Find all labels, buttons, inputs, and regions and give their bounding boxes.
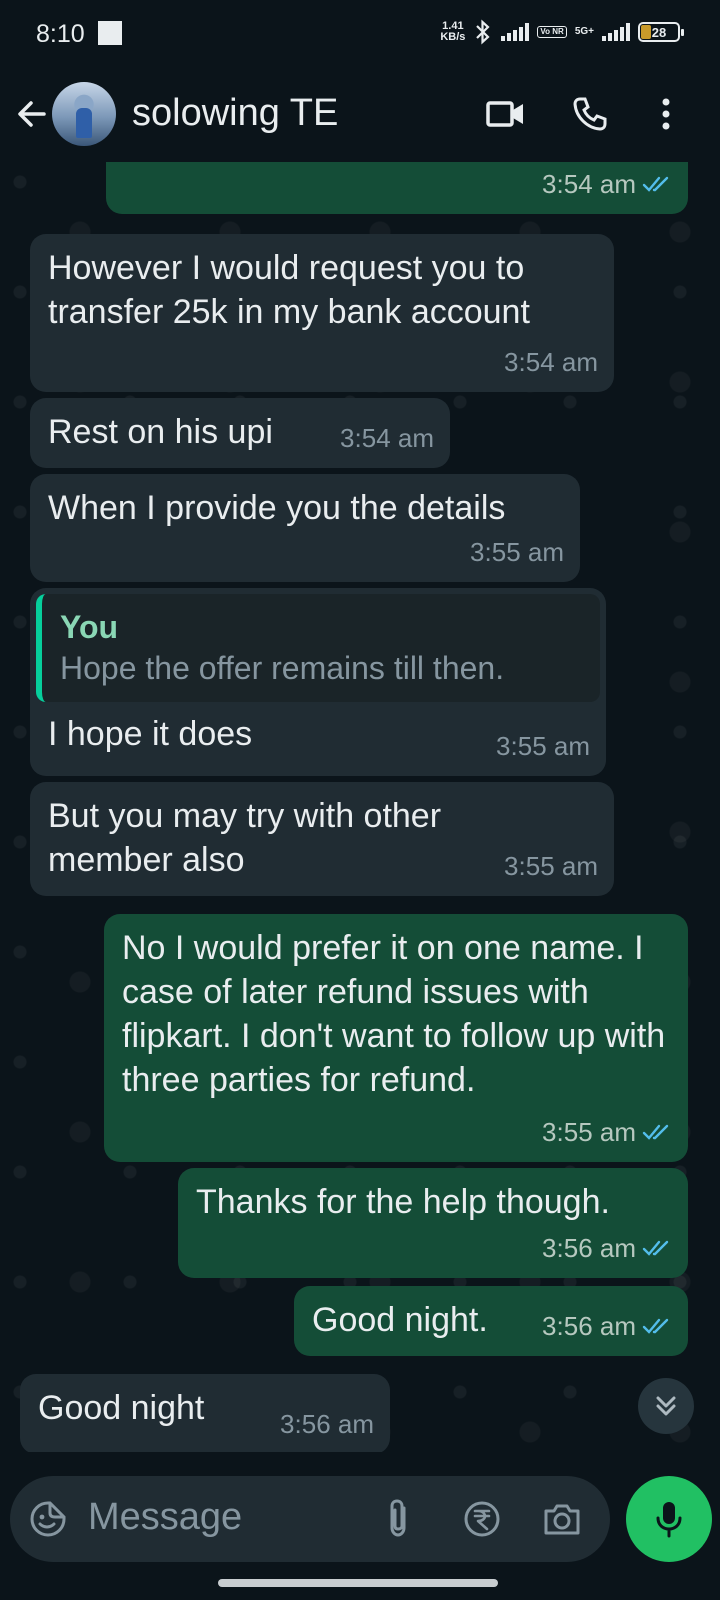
battery-level: 28: [651, 24, 667, 40]
message-placeholder: Message: [88, 1496, 243, 1538]
message-bubble-incoming[interactable]: Rest on his upi 3:54 am: [30, 398, 450, 468]
home-indicator[interactable]: [218, 1579, 498, 1587]
message-meta: 3:55 am: [504, 844, 598, 888]
message-meta: 3:54 am: [504, 340, 598, 384]
avatar[interactable]: [52, 82, 116, 146]
message-text: No I would prefer it on one name. I case…: [122, 929, 666, 1099]
message-meta: 3:54 am: [542, 162, 672, 206]
quoted-message[interactable]: You Hope the offer remains till then.: [36, 594, 600, 702]
mic-icon[interactable]: [626, 1476, 712, 1562]
camera-icon[interactable]: [540, 1497, 584, 1541]
message-text: But you may try with other member also: [48, 797, 442, 879]
attach-icon[interactable]: [376, 1497, 420, 1541]
message-meta: 3:56 am: [542, 1226, 672, 1270]
message-text: Thanks for the help though.: [196, 1183, 610, 1221]
message-bubble-incoming[interactable]: When I provide you the details 3:55 am: [30, 474, 580, 582]
more-options-icon[interactable]: [644, 92, 688, 136]
net-speed-unit: KB/s: [440, 31, 466, 43]
video-call-icon[interactable]: [484, 92, 528, 136]
status-indicators: 1.41 KB/s Vo NR 5G+ 28: [440, 16, 684, 48]
signal-icon-2: [602, 23, 630, 41]
message-time: 3:54 am: [340, 423, 434, 453]
double-check-icon: [642, 1318, 669, 1334]
message-text: When I provide you the details: [48, 489, 506, 527]
message-meta: 3:56 am: [280, 1402, 374, 1446]
message-bubble-reply[interactable]: You Hope the offer remains till then. I …: [30, 588, 606, 776]
message-bubble-outgoing[interactable]: Good night. 3:56 am: [294, 1286, 688, 1356]
phone-icon[interactable]: [568, 92, 612, 136]
message-bubble-incoming[interactable]: However I would request you to transfer …: [30, 234, 614, 392]
status-time: 8:10: [36, 20, 85, 48]
message-time: 3:56 am: [542, 1311, 636, 1341]
contact-name[interactable]: solowing TE: [132, 92, 338, 135]
chat-area[interactable]: 3:54 am However I would request you to t…: [0, 162, 720, 1452]
message-meta: 3:55 am: [470, 530, 564, 574]
battery-icon: 28: [638, 22, 684, 42]
bluetooth-icon: [476, 19, 490, 45]
back-arrow-icon[interactable]: [12, 94, 52, 134]
message-time: 3:56 am: [542, 1233, 636, 1263]
quote-text: Hope the offer remains till then.: [60, 650, 505, 686]
message-meta: 3:55 am: [542, 1110, 672, 1154]
message-bubble-outgoing[interactable]: No I would prefer it on one name. I case…: [104, 914, 688, 1162]
network-type: 5G+: [574, 26, 594, 37]
net-speed: 1.41 KB/s: [440, 21, 465, 43]
message-time: 3:55 am: [542, 1117, 636, 1147]
message-bubble-outgoing[interactable]: Thanks for the help though. 3:56 am: [178, 1168, 688, 1278]
scroll-down-icon[interactable]: [638, 1378, 694, 1434]
message-meta: 3:54 am: [340, 416, 434, 460]
sticker-icon[interactable]: [26, 1497, 70, 1541]
rupee-payment-icon[interactable]: [460, 1497, 504, 1541]
status-bar: 8:10 1.41 KB/s Vo NR 5G+ 28: [0, 0, 720, 68]
message-time: 3:54 am: [504, 347, 598, 377]
volte-badge: Vo NR: [537, 26, 567, 38]
double-check-icon: [642, 1124, 669, 1140]
message-bubble-incoming[interactable]: But you may try with other member also 3…: [30, 782, 614, 896]
message-bubble-incoming[interactable]: Good night 3:56 am: [20, 1374, 390, 1452]
signal-icon: [501, 23, 530, 41]
message-bubble-outgoing[interactable]: 3:54 am: [106, 162, 688, 214]
message-time: 3:56 am: [280, 1409, 374, 1439]
message-text: I hope it does: [48, 715, 253, 753]
message-time: 3:54 am: [542, 169, 636, 199]
message-time: 3:55 am: [496, 731, 590, 761]
input-bar: Message: [0, 1452, 720, 1600]
message-text: However I would request you to transfer …: [48, 249, 530, 331]
message-meta: 3:56 am: [542, 1304, 672, 1348]
notification-icon: [98, 21, 122, 45]
message-time: 3:55 am: [470, 537, 564, 567]
chat-header: solowing TE: [0, 68, 720, 162]
quote-author: You: [60, 609, 119, 645]
message-meta: 3:55 am: [496, 724, 590, 768]
message-time: 3:55 am: [504, 851, 598, 881]
double-check-icon: [642, 1240, 669, 1256]
message-input[interactable]: Message: [10, 1476, 610, 1562]
double-check-icon: [642, 176, 669, 192]
